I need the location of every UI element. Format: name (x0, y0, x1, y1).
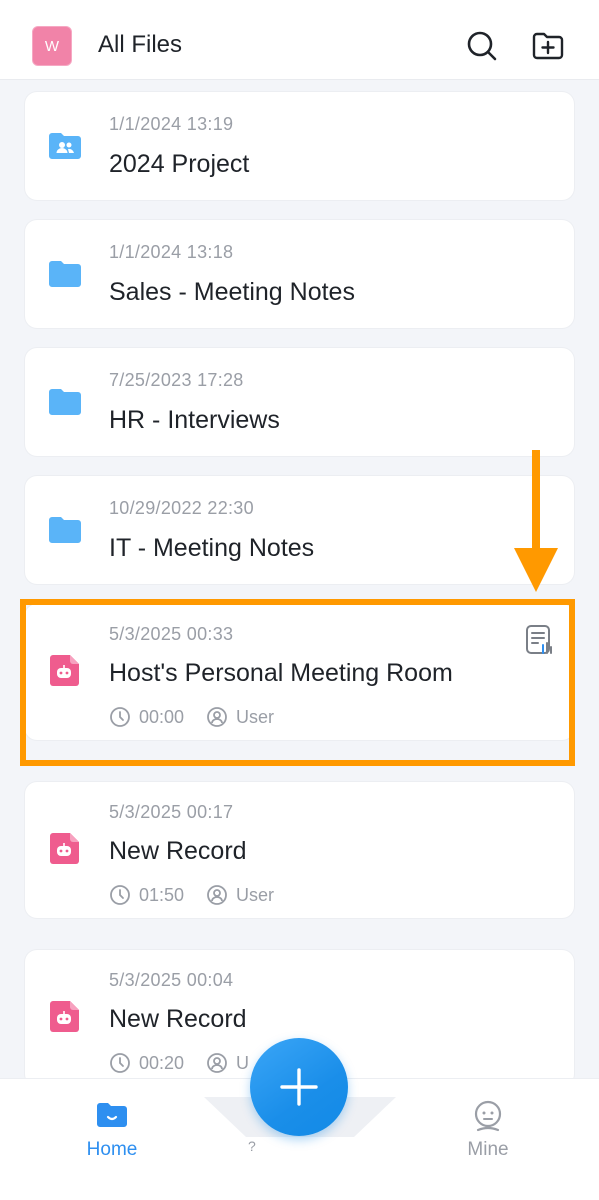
item-meta: 00:00 User (109, 705, 274, 729)
item-date: 10/29/2022 22:30 (109, 498, 254, 518)
item-duration: 00:00 (139, 706, 185, 727)
item-date: 5/3/2025 00:17 (109, 802, 234, 822)
item-meta: 01:50 User (109, 883, 274, 907)
item-name: Sales - Meeting Notes (109, 278, 355, 306)
workspace-avatar[interactable]: W (32, 26, 72, 66)
item-meta: 00:20 U (109, 1051, 249, 1075)
item-date: 5/3/2025 00:04 (109, 970, 234, 990)
user-icon (206, 884, 228, 906)
search-button[interactable] (464, 28, 500, 64)
recording-file-icon (47, 998, 83, 1034)
add-record-button[interactable] (250, 1038, 348, 1136)
folder-icon (47, 384, 83, 420)
item-duration: 01:50 (139, 884, 185, 905)
item-name: New Record (109, 1005, 247, 1033)
tab-center-label: ? (248, 1138, 256, 1154)
folder-icon (47, 256, 83, 292)
home-folder-icon (94, 1097, 130, 1133)
folder-icon (47, 512, 83, 548)
clock-icon (109, 884, 131, 906)
search-icon (467, 31, 497, 61)
clock-icon (109, 1052, 131, 1074)
list-item[interactable]: 1/1/2024 13:19 2024 Project (25, 92, 574, 200)
profile-face-icon (470, 1097, 506, 1133)
new-folder-button[interactable] (530, 28, 566, 64)
shared-folder-icon (47, 128, 83, 164)
clock-icon (109, 706, 131, 728)
tab-mine[interactable]: Mine (443, 1097, 533, 1161)
item-name: New Record (109, 837, 247, 865)
tab-home[interactable]: Home (67, 1097, 157, 1161)
folder-add-icon (532, 32, 564, 60)
list-item[interactable]: 7/25/2023 17:28 HR - Interviews (25, 348, 574, 456)
item-owner: User (236, 884, 275, 905)
plus-icon (280, 1068, 318, 1106)
recording-file-icon (47, 652, 83, 688)
list-item[interactable]: 5/3/2025 00:33 Host's Personal Meeting R… (25, 604, 574, 740)
user-icon (206, 706, 228, 728)
item-name: Host's Personal Meeting Room (109, 659, 453, 687)
item-name: HR - Interviews (109, 406, 280, 434)
item-name: 2024 Project (109, 150, 250, 178)
item-name: IT - Meeting Notes (109, 534, 315, 562)
page-title: All Files (98, 31, 183, 58)
tab-home-label: Home (86, 1139, 138, 1160)
list-item[interactable]: 1/1/2024 13:18 Sales - Meeting Notes (25, 220, 574, 328)
item-owner: User (236, 706, 275, 727)
item-date: 5/3/2025 00:33 (109, 624, 234, 644)
tab-mine-label: Mine (467, 1139, 509, 1160)
item-duration: 00:20 (139, 1052, 185, 1073)
transcript-icon[interactable] (524, 624, 554, 656)
item-date: 1/1/2024 13:19 (109, 114, 234, 134)
recording-file-icon (47, 830, 83, 866)
list-item[interactable]: 5/3/2025 00:17 New Record 01:50 User (25, 782, 574, 918)
annotation-arrow (514, 450, 558, 592)
item-date: 1/1/2024 13:18 (109, 242, 234, 262)
list-item[interactable]: 10/29/2022 22:30 IT - Meeting Notes (25, 476, 574, 584)
item-owner: U (236, 1052, 250, 1073)
top-header: W All Files (0, 0, 599, 80)
item-date: 7/25/2023 17:28 (109, 370, 244, 390)
user-icon (206, 1052, 228, 1074)
